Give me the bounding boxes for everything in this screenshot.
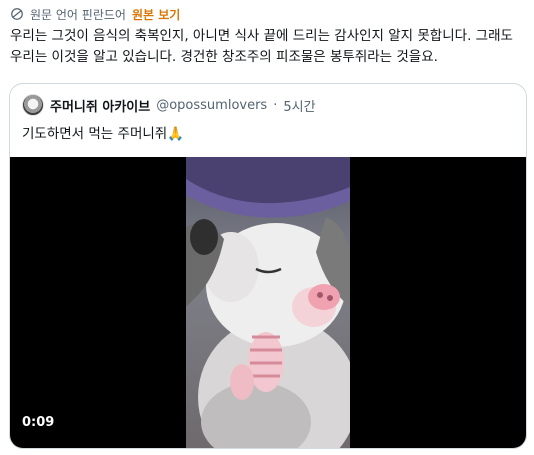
quoted-tweet-card[interactable]: 주머니쥐 아카이브 @opossumlovers · 5시간 기도하면서 먹는 … [9, 83, 527, 449]
translation-bar: 원문 언어 핀란드어 원본 보기 [10, 4, 180, 24]
separator-dot: · [273, 97, 278, 113]
video-frame[interactable] [186, 157, 350, 448]
tweet-text: 우리는 그것이 음식의 축복인지, 아니면 식사 끝에 드리는 감사인지 알지 … [10, 28, 513, 65]
author-name[interactable]: 주머니쥐 아카이브 [50, 96, 150, 115]
translation-label: 원문 언어 핀란드어 [30, 7, 126, 22]
author-handle[interactable]: @opossumlovers [156, 98, 267, 113]
video-duration-badge: 0:09 [22, 415, 55, 430]
video-player[interactable]: 0:09 [10, 157, 526, 448]
post-time[interactable]: 5시간 [283, 96, 315, 115]
quoted-tweet-text: 기도하면서 먹는 주머니쥐🙏 [22, 126, 185, 142]
view-original-link[interactable]: 원본 보기 [132, 6, 180, 23]
avatar[interactable] [22, 94, 44, 116]
translate-globe-icon [11, 8, 23, 20]
opossum-illustration [186, 157, 350, 448]
quoted-tweet-header: 주머니쥐 아카이브 @opossumlovers · 5시간 [22, 94, 316, 116]
